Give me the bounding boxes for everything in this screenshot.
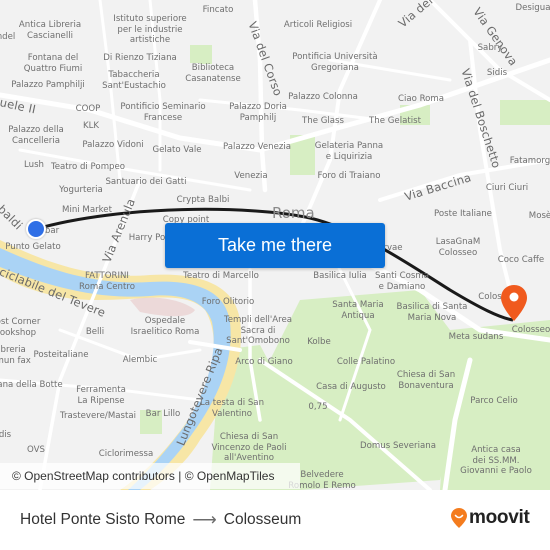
take-me-there-button[interactable]: Take me there <box>165 223 385 268</box>
poi-label[interactable]: Chiesa di San Bonaventura <box>397 370 455 391</box>
poi-label[interactable]: COOP <box>76 104 101 115</box>
poi-label[interactable]: LasaGnaM Colosseo <box>436 237 481 258</box>
poi-label[interactable]: Desigua <box>516 3 550 14</box>
poi-label[interactable]: Foro Olitorio <box>202 297 255 308</box>
moovit-pin-icon <box>451 508 467 528</box>
poi-label[interactable]: Lush <box>24 160 44 171</box>
poi-label[interactable]: Palazzo Pamphilji <box>11 80 85 91</box>
poi-label[interactable]: Meta sudans <box>449 332 504 343</box>
poi-label[interactable]: Ciclorimessa <box>99 449 154 460</box>
poi-label[interactable]: Ciuri Ciuri <box>486 183 528 194</box>
poi-label[interactable]: The Glass <box>302 116 344 127</box>
poi-label[interactable]: Domus Severiana <box>360 441 436 452</box>
isola-tiberina <box>130 297 195 317</box>
poi-label[interactable]: Palazzo Venezia <box>223 142 291 153</box>
poi-label[interactable]: Mosè <box>529 211 550 222</box>
poi-label[interactable]: Santa Maria Antiqua <box>332 300 383 321</box>
map-view[interactable]: Roma Via del Corso Via Genova Via del Bo… <box>0 0 550 490</box>
poi-label[interactable]: bar <box>45 226 59 237</box>
poi-label[interactable]: Palazzo della Cancelleria <box>8 125 64 146</box>
poi-label[interactable]: Palazzo Doria Pamphilj <box>229 102 287 123</box>
poi-label[interactable]: Antica Libreria Cascianelli <box>19 20 81 41</box>
poi-label[interactable]: Arco di Giano <box>235 357 293 368</box>
poi-label[interactable]: Santuario dei Gatti <box>105 177 186 188</box>
poi-label[interactable]: ost Corner ookshop <box>0 317 40 338</box>
poi-label[interactable]: Pontificia Università Gregoriana <box>292 52 377 73</box>
poi-label[interactable]: Gelateria Panna e Liquirizia <box>315 141 383 162</box>
poi-label[interactable]: Fatamorg <box>510 156 550 167</box>
destination-marker[interactable] <box>500 285 528 325</box>
poi-label[interactable]: OVS <box>27 445 45 456</box>
poi-label[interactable]: Basilica Iulia <box>313 271 367 282</box>
poi-label[interactable]: Biblioteca Casanatense <box>185 63 241 84</box>
poi-label[interactable]: Mini Market <box>62 205 112 216</box>
poi-label[interactable]: Casa di Augusto <box>316 382 386 393</box>
map-attribution[interactable]: © OpenStreetMap contributors | © OpenMap… <box>0 463 300 489</box>
poi-label[interactable]: The Gelatist <box>369 116 421 127</box>
poi-label[interactable]: Yogurteria <box>59 185 103 196</box>
poi-label[interactable]: Antica casa dei SS.MM. Giovanni e Paolo <box>460 445 532 477</box>
poi-label[interactable]: 0,75 <box>308 402 327 413</box>
poi-label[interactable]: FATTORINI Roma Centro <box>79 271 135 292</box>
poi-label[interactable]: Ferramenta La Ripense <box>76 385 126 406</box>
poi-label[interactable]: KLK <box>83 121 99 132</box>
poi-label[interactable]: Foro di Traiano <box>318 171 381 182</box>
poi-label[interactable]: Trastevere/Mastai <box>60 411 136 422</box>
poi-label[interactable]: Sidis <box>487 68 507 79</box>
poi-label[interactable]: Ospedale Israelitico Roma <box>131 316 200 337</box>
poi-label[interactable]: ana della Botte <box>0 380 63 391</box>
origin-marker[interactable] <box>26 219 46 239</box>
poi-label[interactable]: Tabaccheria Sant'Eustachio <box>102 70 166 91</box>
brand-name: moovit <box>469 507 530 528</box>
poi-label[interactable]: Colosseo <box>512 325 550 336</box>
poi-label[interactable]: ndel <box>0 32 15 43</box>
poi-label[interactable]: Colle Palatino <box>337 357 395 368</box>
poi-label[interactable]: Harry Po <box>129 233 166 244</box>
poi-label[interactable]: Ciao Roma <box>398 94 444 105</box>
moovit-logo[interactable]: moovit <box>451 507 530 529</box>
poi-label[interactable]: Parco Celio <box>470 396 517 407</box>
poi-label[interactable]: Teatro di Marcello <box>183 271 259 282</box>
poi-label[interactable]: Crypta Balbi <box>177 195 230 206</box>
poi-label[interactable]: Gelato Vale <box>152 145 201 156</box>
poi-label[interactable]: Fincato <box>203 5 234 16</box>
route-summary: Hotel Ponte Sisto Rome ⟶ Colosseum <box>20 510 301 530</box>
map-pin-icon <box>501 285 527 321</box>
poi-label[interactable]: Punto Gelato <box>5 242 61 253</box>
poi-label[interactable]: Poste Italiane <box>434 209 492 220</box>
origin-name: Hotel Ponte Sisto Rome <box>20 511 186 528</box>
poi-label[interactable]: Fontana del Quattro Fiumi <box>24 53 82 74</box>
city-label: Roma <box>272 204 315 222</box>
poi-label[interactable]: Colos <box>478 292 501 303</box>
poi-label[interactable]: La testa di San Valentino <box>200 398 264 419</box>
poi-label[interactable]: dis <box>0 430 11 441</box>
road-minor-4 <box>198 98 382 122</box>
poi-label[interactable]: rvae <box>383 243 402 254</box>
poi-label[interactable]: Kolbe <box>307 337 331 348</box>
poi-label[interactable]: Palazzo Colonna <box>288 92 358 103</box>
poi-label[interactable]: Venezia <box>234 171 267 182</box>
poi-label[interactable]: Di Rienzo Tiziana <box>103 53 177 64</box>
poi-label[interactable]: Pontificio Seminario Francese <box>120 102 205 123</box>
poi-label[interactable]: Palazzo Vidoni <box>82 140 143 151</box>
poi-label[interactable]: Chiesa di San Vincenzo de Paoli all'Aventi… <box>211 432 286 464</box>
park-small-2 <box>200 50 212 64</box>
park-small-7 <box>500 100 550 125</box>
poi-label[interactable]: Basilica di Santa Maria Nova <box>397 302 468 323</box>
poi-label[interactable]: Sabry <box>478 43 503 54</box>
footer-bar: Hotel Ponte Sisto Rome ⟶ Colosseum moovi… <box>0 490 550 550</box>
poi-label[interactable]: Posteitaliane <box>33 350 88 361</box>
poi-label[interactable]: Istituto superiore per le industrie artist… <box>113 14 186 46</box>
destination-name: Colosseum <box>223 511 302 528</box>
poi-label[interactable]: Bar Lillo <box>146 409 181 420</box>
arrow-right-icon: ⟶ <box>192 510 217 529</box>
poi-label[interactable]: Teatro di Pompeo <box>51 162 125 173</box>
poi-label[interactable]: Articoli Religiosi <box>284 20 352 31</box>
poi-label[interactable]: Coco Caffe <box>498 255 544 266</box>
poi-label[interactable]: Santi Cosma e Damiano <box>375 271 429 292</box>
poi-label[interactable]: Templi dell'Area Sacra di Sant'Omobono <box>224 315 292 347</box>
poi-label[interactable]: Alembic <box>123 355 158 366</box>
poi-label[interactable]: ibreriaimun fax <box>0 345 31 366</box>
poi-label[interactable]: Belli <box>86 327 104 338</box>
